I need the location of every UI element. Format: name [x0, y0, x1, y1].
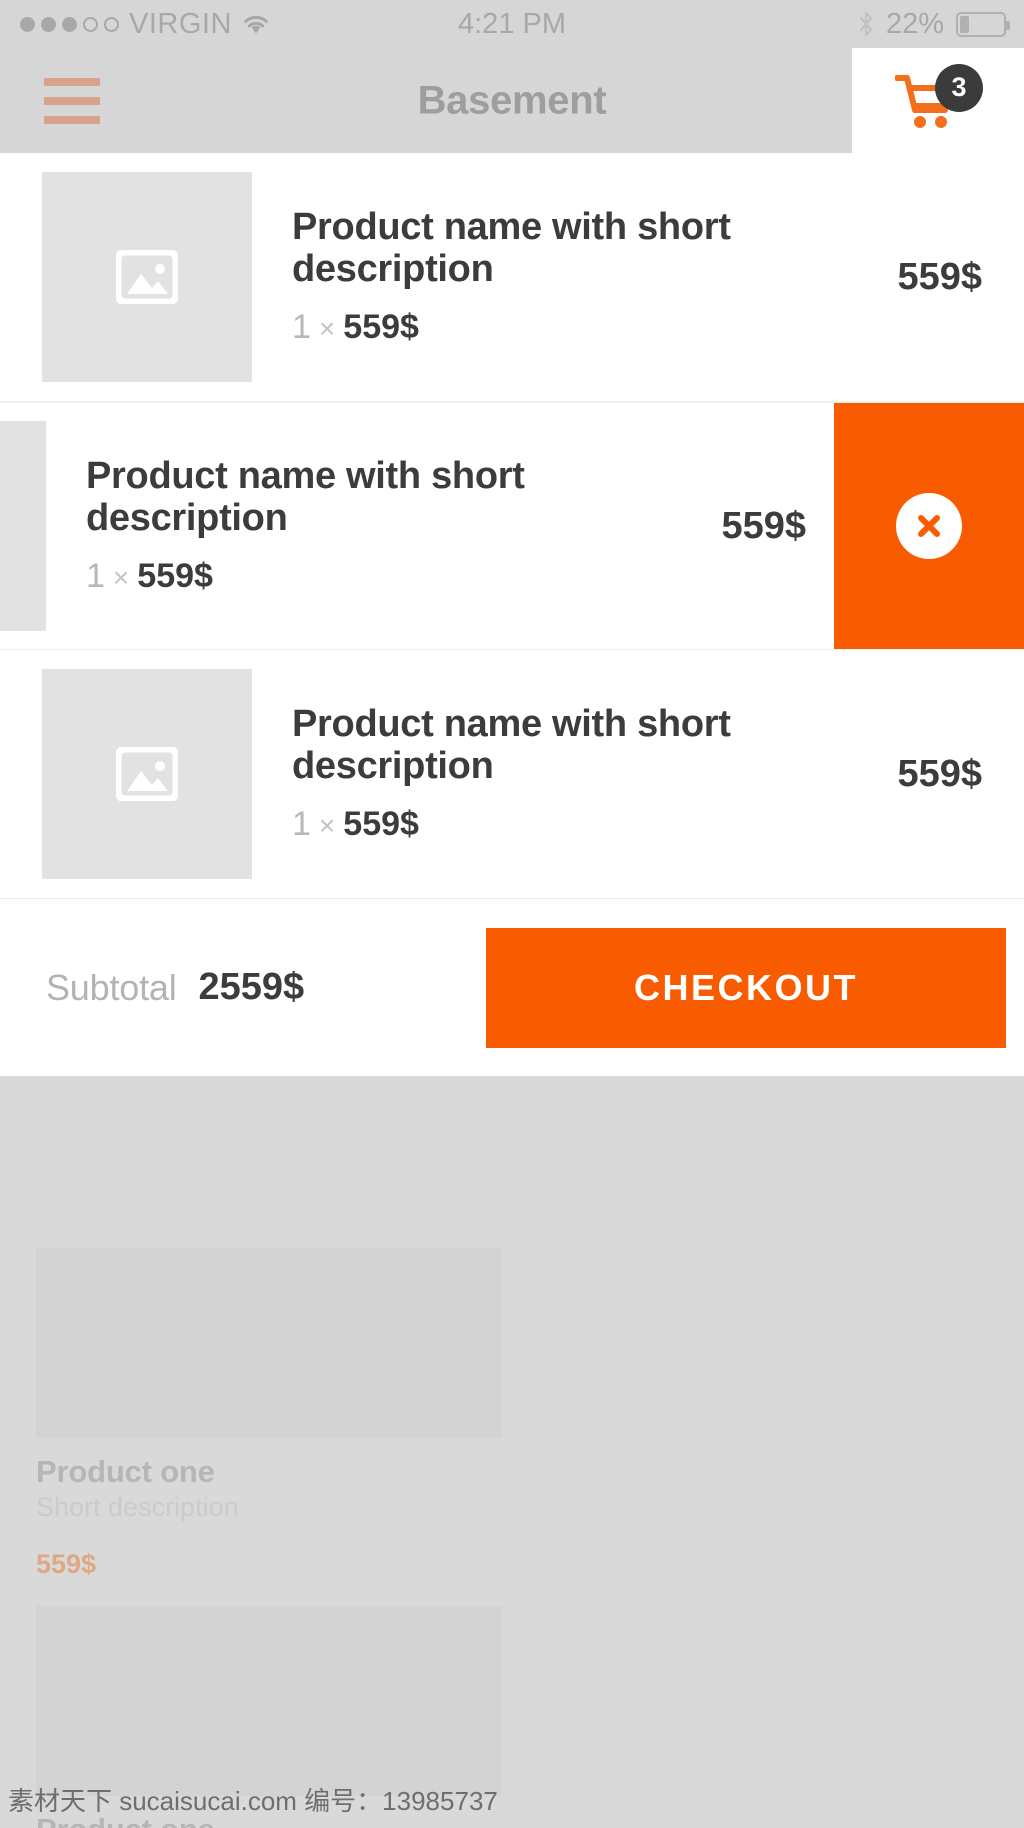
- product-quantity-price: 1 × 559$: [292, 308, 885, 347]
- cart-modal-sheet: Product name with short description 1 × 55…: [0, 153, 1024, 1076]
- navigation-bar: Basement 3: [0, 48, 1024, 153]
- product-line-total: 559$: [897, 752, 982, 795]
- cart-count-badge: 3: [935, 63, 983, 112]
- image-placeholder-icon: [116, 250, 178, 304]
- battery-percent-label: 22%: [885, 7, 944, 40]
- cart-item-row-swiped[interactable]: Product name with short description 1 × 55…: [0, 402, 1024, 650]
- background-product-thumbnail: [36, 1606, 502, 1796]
- battery-icon: [956, 11, 1010, 37]
- product-info: Product name with short description 1 × 55…: [252, 704, 897, 843]
- product-quantity: 1: [86, 556, 105, 595]
- product-quantity: 1: [292, 804, 311, 843]
- product-unit-price: 559$: [343, 804, 419, 843]
- checkout-button[interactable]: CHECKOUT: [486, 927, 1006, 1048]
- cart-summary-bar: Subtotal 2559$ CHECKOUT: [0, 898, 1024, 1076]
- multiply-symbol: ×: [112, 561, 130, 593]
- background-product-title: Product one: [36, 1454, 215, 1489]
- product-quantity: 1: [292, 307, 311, 346]
- background-product-thumbnail: [36, 1248, 502, 1438]
- product-thumbnail: [42, 172, 252, 382]
- background-product-price: 559$: [36, 1549, 97, 1579]
- status-bar: VIRGIN 4:21 PM 22%: [0, 0, 1024, 48]
- status-bar-right: 22%: [858, 7, 1010, 41]
- product-quantity-price: 1 × 559$: [292, 805, 885, 844]
- product-name: Product name with short description: [86, 455, 525, 539]
- cart-button[interactable]: 3: [852, 48, 1024, 153]
- product-name: Product name with short description: [292, 206, 731, 290]
- product-unit-price: 559$: [137, 556, 213, 595]
- battery-fill: [960, 15, 970, 33]
- product-thumbnail: [42, 669, 252, 879]
- subtotal-label: Subtotal: [46, 966, 177, 1008]
- product-info: Product name with short description 1 × 55…: [46, 456, 721, 595]
- image-placeholder-icon: [116, 747, 178, 801]
- background-product-description: Short description: [36, 1492, 239, 1522]
- product-name: Product name with short description: [292, 703, 731, 787]
- delete-item-button[interactable]: [834, 403, 1024, 649]
- cart-item-row[interactable]: Product name with short description 1 × 55…: [0, 650, 1024, 898]
- product-info: Product name with short description 1 × 55…: [252, 207, 897, 346]
- multiply-symbol: ×: [318, 809, 336, 841]
- background-product-grid: Product one Short description 559$ Produ…: [0, 1248, 1024, 1828]
- cart-icon-wrapper: 3: [895, 63, 983, 132]
- multiply-symbol: ×: [318, 312, 336, 344]
- delete-close-icon[interactable]: [896, 493, 962, 559]
- product-line-total: 559$: [721, 504, 806, 547]
- bluetooth-icon: [859, 11, 873, 37]
- subtotal-value: 2559$: [198, 966, 305, 1008]
- product-quantity-price: 1 × 559$: [86, 557, 709, 596]
- product-thumbnail: [0, 421, 46, 631]
- phone-screen: Product one Short description 559$ Produ…: [0, 0, 1024, 1828]
- background-product-card[interactable]: Product one Short description 559$: [36, 1248, 502, 1606]
- product-unit-price: 559$: [343, 307, 419, 346]
- watermark-text: 素材天下 sucaisucai.com 编号：13985737: [8, 1786, 498, 1816]
- cart-item-row[interactable]: Product name with short description 1 × 55…: [0, 153, 1024, 401]
- product-line-total: 559$: [897, 255, 982, 298]
- close-x-icon: [918, 515, 940, 537]
